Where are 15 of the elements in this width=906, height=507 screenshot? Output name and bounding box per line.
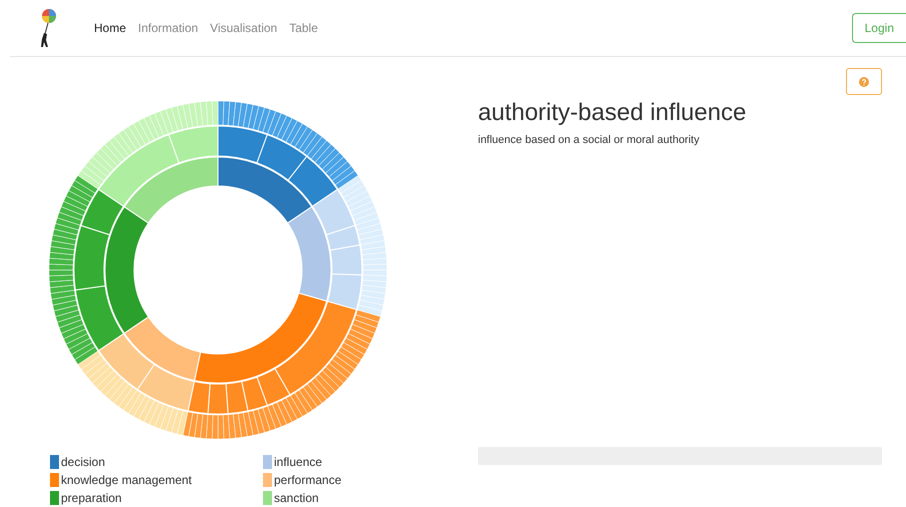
detail-title: authority-based influence (478, 98, 748, 128)
help-icon (859, 76, 869, 86)
nav-link[interactable]: Table (289, 19, 318, 37)
legend-label: sanction (274, 490, 319, 507)
legend-label: performance (274, 472, 342, 489)
legend-label: influence (274, 454, 322, 471)
detail-description: influence based on a social or moral authority (478, 133, 700, 148)
nav-link[interactable]: Visualisation (210, 19, 278, 37)
sunburst-drawing[interactable] (48, 100, 388, 440)
nav-link[interactable]: Home (94, 19, 126, 37)
nav-link[interactable]: Information (138, 19, 198, 37)
login-button[interactable]: Login (852, 13, 906, 43)
legend-label: preparation (61, 490, 122, 507)
legend-label: decision (61, 454, 106, 471)
legend-label: knowledge management (61, 472, 192, 489)
